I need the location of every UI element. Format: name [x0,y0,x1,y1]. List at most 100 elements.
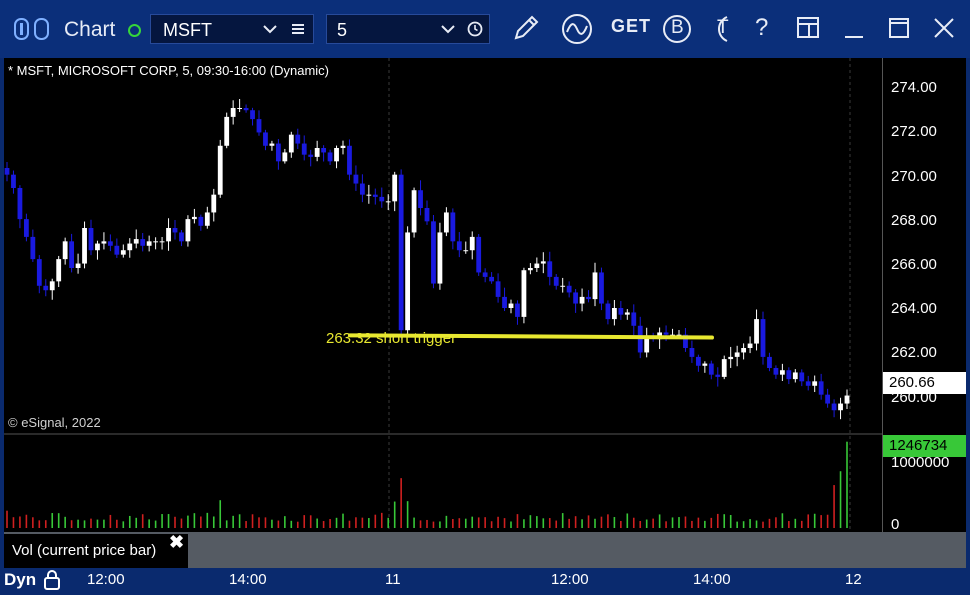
candle-body [204,212,210,226]
volume-tick: 0 [891,516,900,533]
candle-body [347,145,352,175]
candle-body [327,152,333,162]
symbol-input[interactable]: MSFT [163,20,212,41]
close-icon[interactable] [932,16,956,40]
price-volume-plot[interactable] [4,58,966,591]
candle-body [844,395,850,404]
dropdown-chevron-icon[interactable] [263,24,277,34]
candle-body [321,148,327,153]
candle-body [495,281,501,297]
candle-body [11,174,16,188]
candle-body [250,110,255,120]
lock-icon[interactable] [42,569,62,591]
candle-body [82,228,87,264]
candle-body [159,241,165,243]
candle-body [644,336,650,353]
price-axis[interactable]: 274.00 272.00 270.00 268.00 266.00 264.0… [882,58,966,570]
candle-body [114,245,120,255]
candle-body [269,143,275,146]
candle-body [728,356,734,360]
candle-body [179,232,184,242]
candle-body [767,356,772,368]
pencil-icon[interactable] [510,12,542,44]
candle-body [211,194,217,213]
help-icon[interactable]: ? [755,14,768,42]
candle-body [398,174,404,331]
candle-body [411,190,417,233]
candle-body [224,116,230,146]
candle-body [450,212,456,242]
interval-chevron-icon[interactable] [441,24,455,34]
candle-body [56,259,62,282]
dynamic-scale-label[interactable]: Dyn [4,570,36,590]
candle-body [69,241,75,268]
candle-body [379,196,385,202]
last-volume-tag: 1246734 [883,435,966,457]
list-icon[interactable] [291,22,305,36]
candle-body [43,285,49,291]
study-wave-icon[interactable] [560,12,594,46]
candle-body [153,241,159,243]
candle-body [695,356,701,366]
time-tick: 12 [845,571,862,588]
candle-body [469,236,475,251]
copyright-label: © eSignal, 2022 [8,415,101,430]
candle-body [825,394,831,404]
candle-body [831,403,837,411]
candle-body [359,183,365,195]
get-icon[interactable]: GET [611,16,651,37]
candle-body [792,372,798,380]
symbol-selector[interactable]: MSFT [150,14,314,44]
candle-body [663,332,669,335]
brand-chart-icon [14,18,49,40]
candle-body [838,403,843,411]
time-axis[interactable]: Dyn 12:00 14:00 11 12:00 14:00 12 [4,568,966,591]
chart-info-label: * MSFT, MICROSOFT CORP, 5, 09:30-16:00 (… [8,63,329,78]
candle-body [812,381,818,386]
b-circle-label: B [671,17,684,38]
maximize-icon[interactable] [887,16,911,40]
candle-body [23,219,29,237]
candle-body [573,292,579,304]
candle-body [527,268,533,271]
window-layout-icon[interactable] [796,15,822,41]
candle-body [288,134,294,153]
close-volume-panel-icon[interactable]: ✖ [169,532,184,553]
time-tick: 12:00 [87,571,125,588]
time-tick: 14:00 [693,571,731,588]
candle-body [786,370,792,380]
volume-panel-label: Vol (current price bar) ✖ [4,532,188,568]
candle-body [191,216,197,220]
time-tick: 11 [385,571,401,588]
price-tick: 270.00 [891,168,937,185]
candle-body [308,154,314,157]
connection-status-icon [128,24,141,37]
minimize-icon[interactable] [842,17,866,41]
candle-body [282,152,288,162]
interval-input[interactable]: 5 [337,20,347,41]
candle-body [547,261,553,277]
candle-body [431,221,436,284]
candle-body [702,363,708,366]
interval-selector[interactable]: 5 [326,14,490,44]
candle-body [515,303,520,317]
candle-body [489,276,495,282]
price-tick: 266.00 [891,256,937,273]
candle-body [334,148,339,162]
trendline-annotation: 263.32 short trigger [326,330,457,347]
candle-body [721,359,727,377]
candle-body [502,296,507,308]
clock-icon[interactable] [467,21,483,37]
candle-body [107,241,113,246]
candle-body [624,312,630,315]
candle-body [95,243,100,251]
candle-body [88,228,94,251]
candle-body [385,201,391,203]
candle-body [424,208,430,222]
candle-body [443,212,449,233]
candle-body [579,296,585,304]
chart-area[interactable]: * MSFT, MICROSOFT CORP, 5, 09:30-16:00 (… [4,58,966,591]
candle-body [366,194,372,196]
candle-body [747,343,753,348]
candle-body [805,381,811,386]
